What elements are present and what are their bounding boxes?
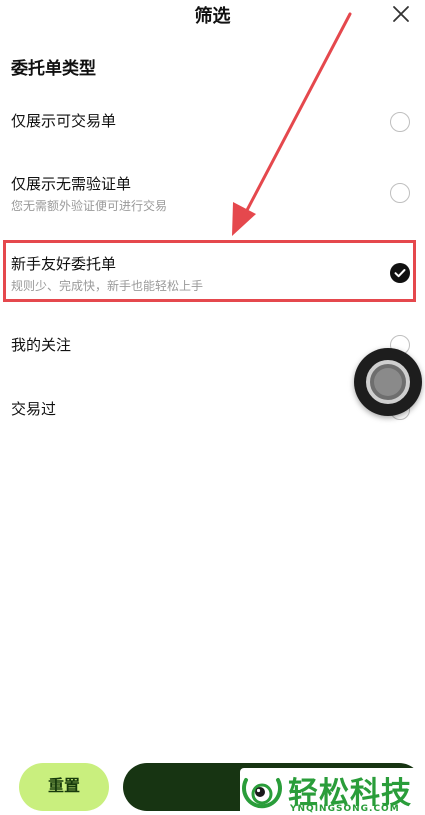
option-no-verification[interactable]: 仅展示无需验证单 您无需额外验证便可进行交易 xyxy=(0,171,425,215)
reset-button[interactable]: 重置 xyxy=(19,763,109,811)
option-subtext: 您无需额外验证便可进行交易 xyxy=(11,199,168,213)
circle-icon xyxy=(374,368,402,396)
option-label: 我的关注 xyxy=(11,336,72,354)
option-tradable-only[interactable]: 仅展示可交易单 xyxy=(0,108,425,138)
close-button[interactable] xyxy=(389,2,413,26)
floating-assistive-button[interactable] xyxy=(354,348,422,416)
radio-tradable-only[interactable] xyxy=(390,112,410,132)
watermark: 轻松科技 YNQINGSONG.COM xyxy=(240,768,425,815)
annotation-highlight-box xyxy=(3,240,416,302)
radio-no-verification[interactable] xyxy=(390,183,410,203)
option-label: 仅展示无需验证单 xyxy=(11,175,132,193)
page-title: 筛选 xyxy=(194,6,231,27)
section-title-order-type: 委托单类型 xyxy=(11,59,96,79)
header: 筛选 xyxy=(0,0,425,30)
watermark-logo-icon xyxy=(242,778,282,809)
option-label: 交易过 xyxy=(11,400,57,418)
close-icon xyxy=(393,6,409,22)
option-my-follows[interactable]: 我的关注 xyxy=(0,332,425,362)
watermark-subtext: YNQINGSONG.COM xyxy=(290,804,400,814)
option-label: 仅展示可交易单 xyxy=(11,112,117,130)
